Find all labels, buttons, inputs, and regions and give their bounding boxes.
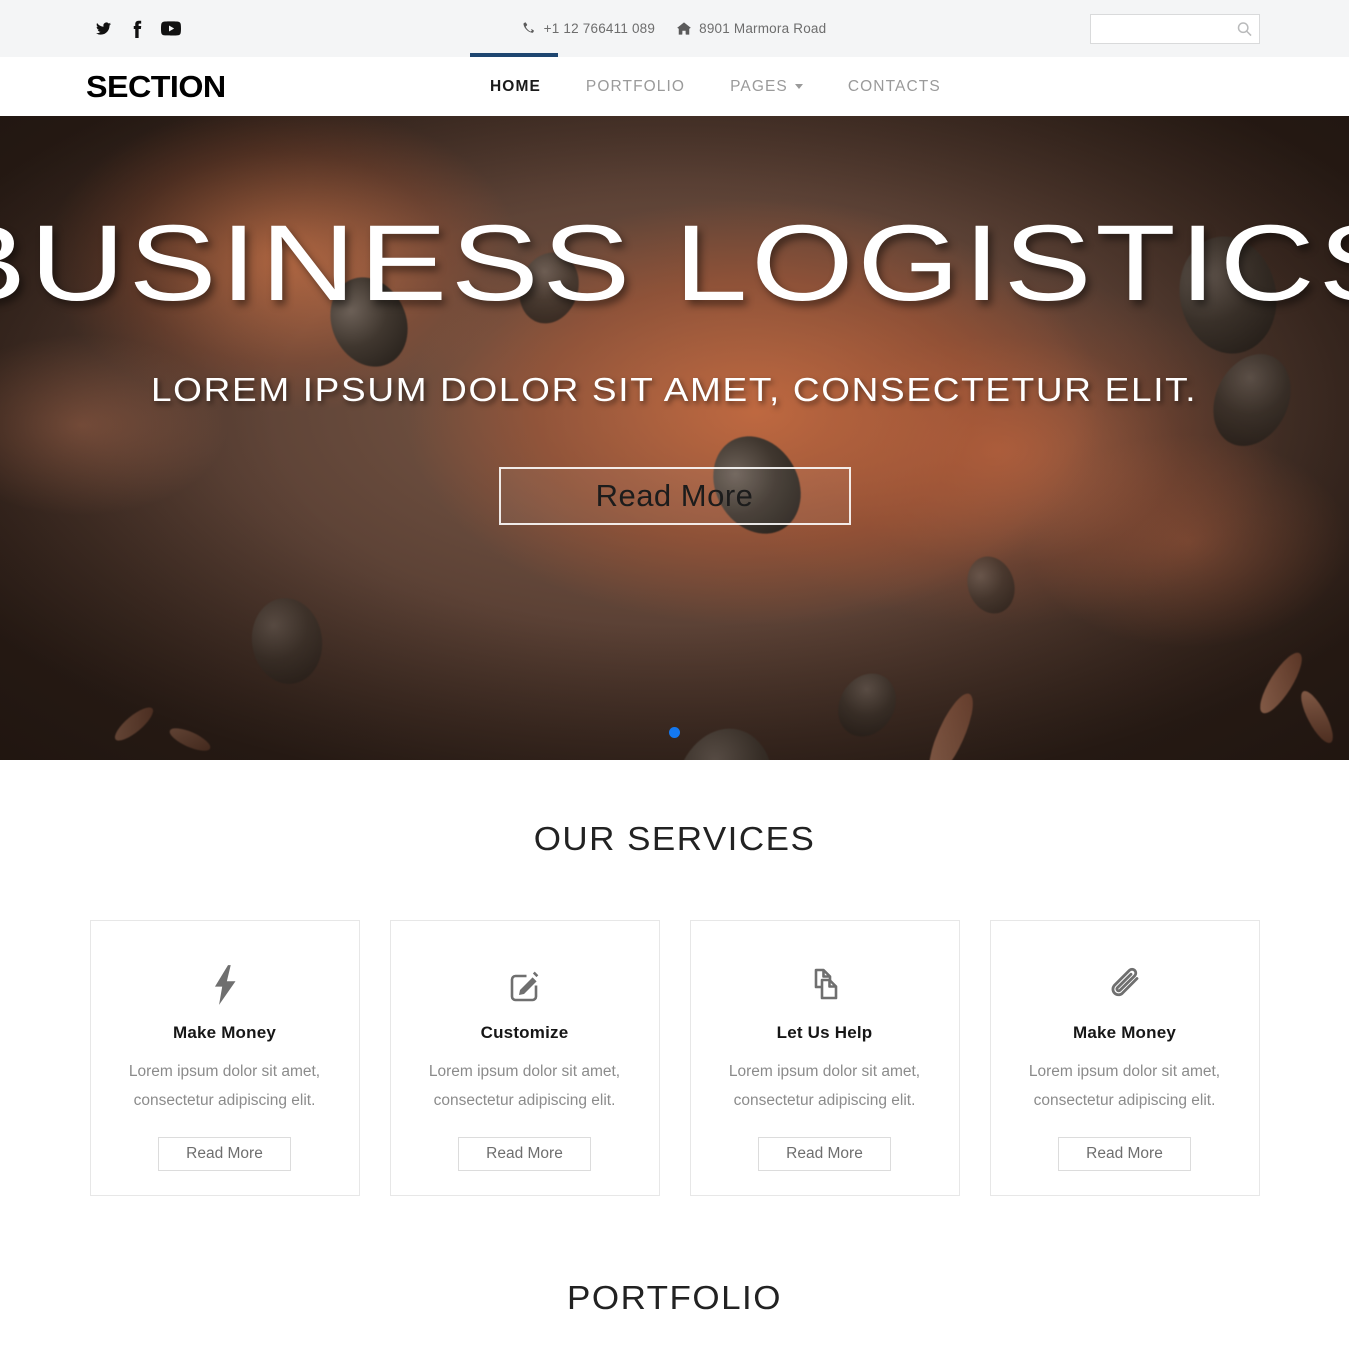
bolt-icon	[211, 961, 239, 1009]
nav-label-portfolio: PORTFOLIO	[585, 77, 686, 95]
service-card-make-money-1[interactable]: Make Money Lorem ipsum dolor sit amet, c…	[89, 920, 360, 1196]
nav-label-pages: PAGES	[730, 77, 788, 95]
hero-read-more-button[interactable]: Read More	[498, 467, 851, 526]
phone-info: +1 12 766411 089	[523, 21, 655, 36]
services-heading: OUR SERVICES	[533, 820, 816, 857]
search-box[interactable]	[1090, 13, 1260, 44]
service-text-line2: consectetur adipiscing elit.	[133, 1092, 316, 1109]
service-text: Lorem ipsum dolor sit amet, consectetur …	[119, 1057, 331, 1115]
nav-item-portfolio[interactable]: PORTFOLIO	[586, 57, 685, 116]
hero-subtitle: LOREM IPSUM DOLOR SIT AMET, CONSECTETUR …	[151, 371, 1198, 409]
address-info: 8901 Marmora Road	[677, 21, 826, 36]
chevron-down-icon	[794, 84, 803, 89]
service-text-line2: consectetur adipiscing elit.	[733, 1092, 916, 1109]
service-title: Make Money	[1072, 1023, 1177, 1042]
top-bar: +1 12 766411 089 8901 Marmora Road	[0, 0, 1349, 57]
service-text-line1: Lorem ipsum dolor sit amet,	[128, 1063, 321, 1080]
service-title: Let Us Help	[776, 1023, 873, 1042]
service-card-customize[interactable]: Customize Lorem ipsum dolor sit amet, co…	[389, 920, 660, 1196]
service-text: Lorem ipsum dolor sit amet, consectetur …	[419, 1057, 631, 1115]
youtube-icon[interactable]	[161, 19, 181, 39]
slider-pagination	[0, 727, 1349, 738]
facebook-icon[interactable]	[127, 19, 147, 39]
service-read-more-button[interactable]: Read More	[158, 1137, 291, 1171]
nav-item-home[interactable]: HOME	[470, 53, 558, 116]
service-text: Lorem ipsum dolor sit amet, consectetur …	[719, 1057, 931, 1115]
service-read-more-button[interactable]: Read More	[758, 1137, 891, 1171]
service-text-line1: Lorem ipsum dolor sit amet,	[1028, 1063, 1221, 1080]
social-links	[93, 19, 181, 39]
copy-pages-icon	[805, 961, 845, 1009]
nav-item-pages[interactable]: PAGES	[730, 57, 803, 116]
twitter-icon[interactable]	[93, 19, 113, 39]
hero-title: BUSINESS LOGISTICS	[0, 202, 1349, 323]
slider-dot-1[interactable]	[669, 727, 680, 738]
nav-label-contacts: CONTACTS	[847, 77, 941, 95]
service-text-line1: Lorem ipsum dolor sit amet,	[728, 1063, 921, 1080]
services-cards: Make Money Lorem ipsum dolor sit amet, c…	[0, 920, 1349, 1196]
service-card-let-us-help[interactable]: Let Us Help Lorem ipsum dolor sit amet, …	[689, 920, 960, 1196]
service-card-make-money-2[interactable]: Make Money Lorem ipsum dolor sit amet, c…	[989, 920, 1260, 1196]
service-title: Customize	[480, 1023, 569, 1042]
portfolio-section: PORTFOLIO	[0, 1196, 1349, 1357]
services-section: OUR SERVICES Make Money Lorem ipsum dolo…	[0, 760, 1349, 1196]
pencil-square-icon	[505, 961, 545, 1009]
portfolio-heading: PORTFOLIO	[567, 1279, 782, 1316]
search-icon	[1237, 21, 1252, 36]
home-icon	[677, 22, 692, 35]
service-text-line1: Lorem ipsum dolor sit amet,	[428, 1063, 621, 1080]
main-navigation: HOME PORTFOLIO PAGES CONTACTS	[470, 53, 941, 116]
paperclip-icon	[1105, 961, 1145, 1009]
service-read-more-button[interactable]: Read More	[458, 1137, 591, 1171]
site-header: SECTION HOME PORTFOLIO PAGES CONTACTS	[0, 53, 1349, 116]
hero-slider: BUSINESS LOGISTICS LOREM IPSUM DOLOR SIT…	[0, 116, 1349, 760]
address-text: 8901 Marmora Road	[699, 21, 827, 36]
phone-icon	[523, 22, 536, 35]
service-text: Lorem ipsum dolor sit amet, consectetur …	[1019, 1057, 1231, 1115]
service-read-more-button[interactable]: Read More	[1058, 1137, 1191, 1171]
phone-number: +1 12 766411 089	[543, 21, 656, 36]
nav-item-contacts[interactable]: CONTACTS	[848, 57, 941, 116]
search-button[interactable]	[1235, 19, 1254, 38]
service-text-line2: consectetur adipiscing elit.	[1033, 1092, 1216, 1109]
site-logo[interactable]: SECTION	[86, 71, 226, 102]
service-text-line2: consectetur adipiscing elit.	[433, 1092, 616, 1109]
service-title: Make Money	[172, 1023, 277, 1042]
hero-content: BUSINESS LOGISTICS LOREM IPSUM DOLOR SIT…	[0, 116, 1349, 760]
nav-label-home: HOME	[490, 77, 541, 95]
